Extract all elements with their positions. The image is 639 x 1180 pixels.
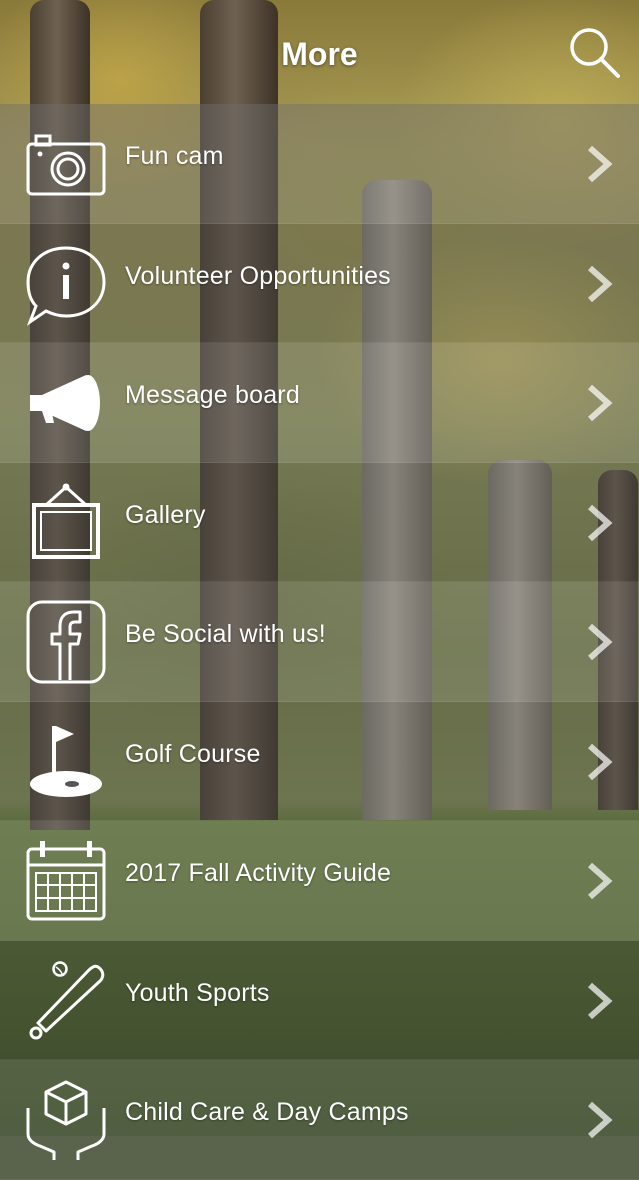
calendar-icon — [24, 839, 108, 923]
facebook-icon — [24, 600, 108, 684]
menu-item-volunteer-opportunities[interactable]: Volunteer Opportunities — [0, 223, 639, 343]
menu-item-label: Volunteer Opportunities — [125, 261, 391, 290]
more-menu-list: Fun cam Volunteer Opportunities Message … — [0, 104, 639, 1180]
menu-item-fun-cam[interactable]: Fun cam — [0, 104, 639, 224]
chevron-right-icon — [584, 264, 614, 304]
menu-item-be-social[interactable]: Be Social with us! — [0, 582, 639, 702]
search-icon — [570, 28, 620, 78]
chevron-right-icon — [584, 861, 614, 901]
megaphone-icon — [24, 361, 108, 445]
menu-item-child-care-day-camps[interactable]: Child Care & Day Camps — [0, 1060, 639, 1180]
menu-item-label: Golf Course — [125, 739, 261, 768]
menu-item-label: Be Social with us! — [125, 620, 326, 648]
baseball-bat-icon — [24, 959, 108, 1043]
chevron-right-icon — [584, 981, 614, 1021]
chevron-right-icon — [584, 622, 614, 662]
menu-item-gallery[interactable]: Gallery — [0, 462, 639, 582]
page-title: More — [281, 36, 358, 72]
menu-item-label: Message board — [125, 381, 300, 409]
menu-item-label: Child Care & Day Camps — [125, 1098, 409, 1126]
menu-item-label: Fun cam — [125, 142, 224, 170]
picture-frame-icon — [24, 481, 108, 565]
menu-item-fall-activity-guide[interactable]: 2017 Fall Activity Guide — [0, 821, 639, 941]
info-bubble-icon — [24, 242, 108, 326]
golf-flag-icon — [24, 720, 108, 804]
search-button[interactable] — [566, 24, 622, 80]
menu-item-label: Youth Sports — [125, 978, 270, 1007]
camera-icon — [24, 122, 108, 206]
app-header: More — [0, 0, 639, 104]
menu-item-youth-sports[interactable]: Youth Sports — [0, 940, 639, 1060]
menu-item-message-board[interactable]: Message board — [0, 343, 639, 463]
menu-item-label: 2017 Fall Activity Guide — [125, 859, 392, 887]
hands-box-icon — [24, 1078, 108, 1162]
chevron-right-icon — [584, 383, 614, 423]
chevron-right-icon — [584, 742, 614, 782]
menu-item-golf-course[interactable]: Golf Course — [0, 701, 639, 821]
chevron-right-icon — [584, 1100, 614, 1140]
chevron-right-icon — [584, 144, 614, 184]
menu-item-label: Gallery — [125, 500, 206, 529]
chevron-right-icon — [584, 503, 614, 543]
